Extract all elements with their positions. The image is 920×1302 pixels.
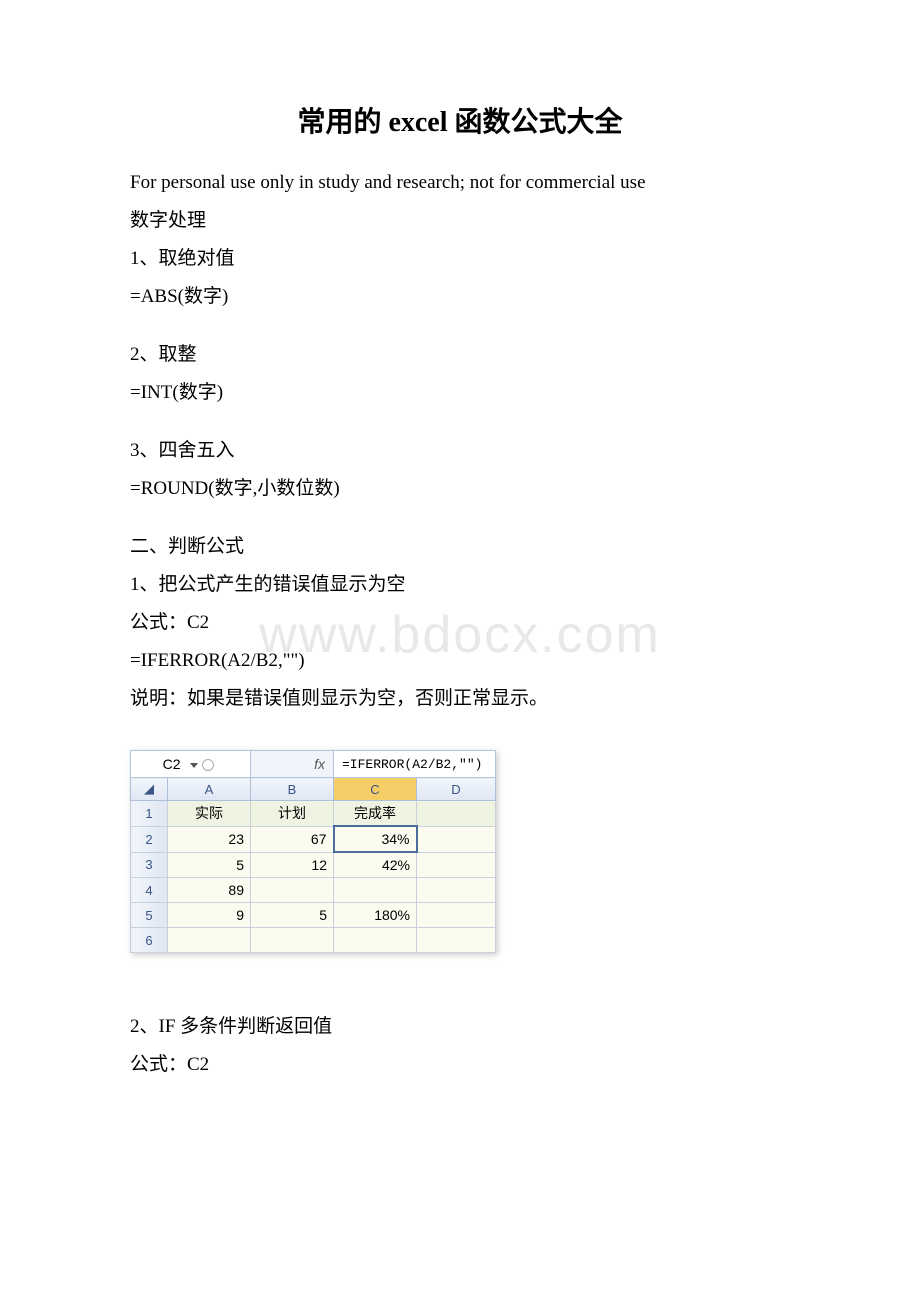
body-text: 1、取绝对值 [130, 240, 790, 278]
row-header[interactable]: 5 [131, 903, 168, 928]
cell[interactable]: 89 [168, 878, 251, 903]
cell[interactable] [168, 928, 251, 953]
formula-text: =IFERROR(A2/B2,"") [130, 642, 790, 680]
cell[interactable] [417, 826, 496, 852]
body-text: 1、把公式产生的错误值显示为空 [130, 566, 790, 604]
page-title: 常用的 excel 函数公式大全 [130, 100, 790, 140]
cell[interactable] [334, 878, 417, 903]
cell[interactable] [417, 852, 496, 878]
cell[interactable]: 23 [168, 826, 251, 852]
chevron-down-icon[interactable] [190, 763, 198, 768]
name-box[interactable]: C2 [131, 751, 251, 778]
cell-selected[interactable]: 34% [334, 826, 417, 852]
name-box-value: C2 [163, 756, 181, 772]
cell[interactable]: 实际 [168, 801, 251, 827]
column-header-row: ◢ A B C D [131, 778, 496, 801]
cell[interactable]: 计划 [251, 801, 334, 827]
table-row: 1 实际 计划 完成率 [131, 801, 496, 827]
col-header-c[interactable]: C [334, 778, 417, 801]
body-text: 2、IF 多条件判断返回值 [130, 1008, 790, 1046]
cell[interactable] [251, 928, 334, 953]
formula-text: =ABS(数字) [130, 278, 790, 316]
select-all-corner[interactable]: ◢ [131, 778, 168, 801]
body-text: 公式：C2 [130, 1046, 790, 1084]
cell[interactable] [251, 878, 334, 903]
table-row: 5 9 5 180% [131, 903, 496, 928]
row-header[interactable]: 1 [131, 801, 168, 827]
table-row: 4 89 [131, 878, 496, 903]
section-heading: 二、判断公式 [130, 528, 790, 566]
cell[interactable]: 12 [251, 852, 334, 878]
cell[interactable] [334, 928, 417, 953]
excel-screenshot: C2 fx =IFERROR(A2/B2,"") ◢ A B C D 1 [130, 750, 496, 953]
row-header[interactable]: 4 [131, 878, 168, 903]
section-heading: 数字处理 [130, 202, 790, 240]
cell[interactable]: 5 [168, 852, 251, 878]
table-row: 2 23 67 34% [131, 826, 496, 852]
table-row: 3 5 12 42% [131, 852, 496, 878]
cell[interactable]: 67 [251, 826, 334, 852]
formula-bar: C2 fx =IFERROR(A2/B2,"") [131, 751, 496, 778]
col-header-d[interactable]: D [417, 778, 496, 801]
body-text: 3、四舍五入 [130, 432, 790, 470]
row-header[interactable]: 3 [131, 852, 168, 878]
cell[interactable]: 5 [251, 903, 334, 928]
row-header[interactable]: 2 [131, 826, 168, 852]
fx-button[interactable]: fx [251, 751, 334, 778]
body-text: 公式：C2 [130, 604, 790, 642]
formula-text: =INT(数字) [130, 374, 790, 412]
cell[interactable] [417, 903, 496, 928]
circle-icon [202, 759, 214, 771]
cell[interactable] [417, 878, 496, 903]
table-row: 6 [131, 928, 496, 953]
disclaimer-text: For personal use only in study and resea… [130, 164, 790, 202]
col-header-b[interactable]: B [251, 778, 334, 801]
cell[interactable]: 180% [334, 903, 417, 928]
cell[interactable] [417, 801, 496, 827]
cell[interactable] [417, 928, 496, 953]
cell[interactable]: 完成率 [334, 801, 417, 827]
body-text: 2、取整 [130, 336, 790, 374]
body-text: 说明：如果是错误值则显示为空，否则正常显示。 [130, 680, 790, 718]
cell[interactable]: 42% [334, 852, 417, 878]
formula-text: =ROUND(数字,小数位数) [130, 470, 790, 508]
formula-input[interactable]: =IFERROR(A2/B2,"") [334, 751, 496, 778]
cell[interactable]: 9 [168, 903, 251, 928]
col-header-a[interactable]: A [168, 778, 251, 801]
row-header[interactable]: 6 [131, 928, 168, 953]
